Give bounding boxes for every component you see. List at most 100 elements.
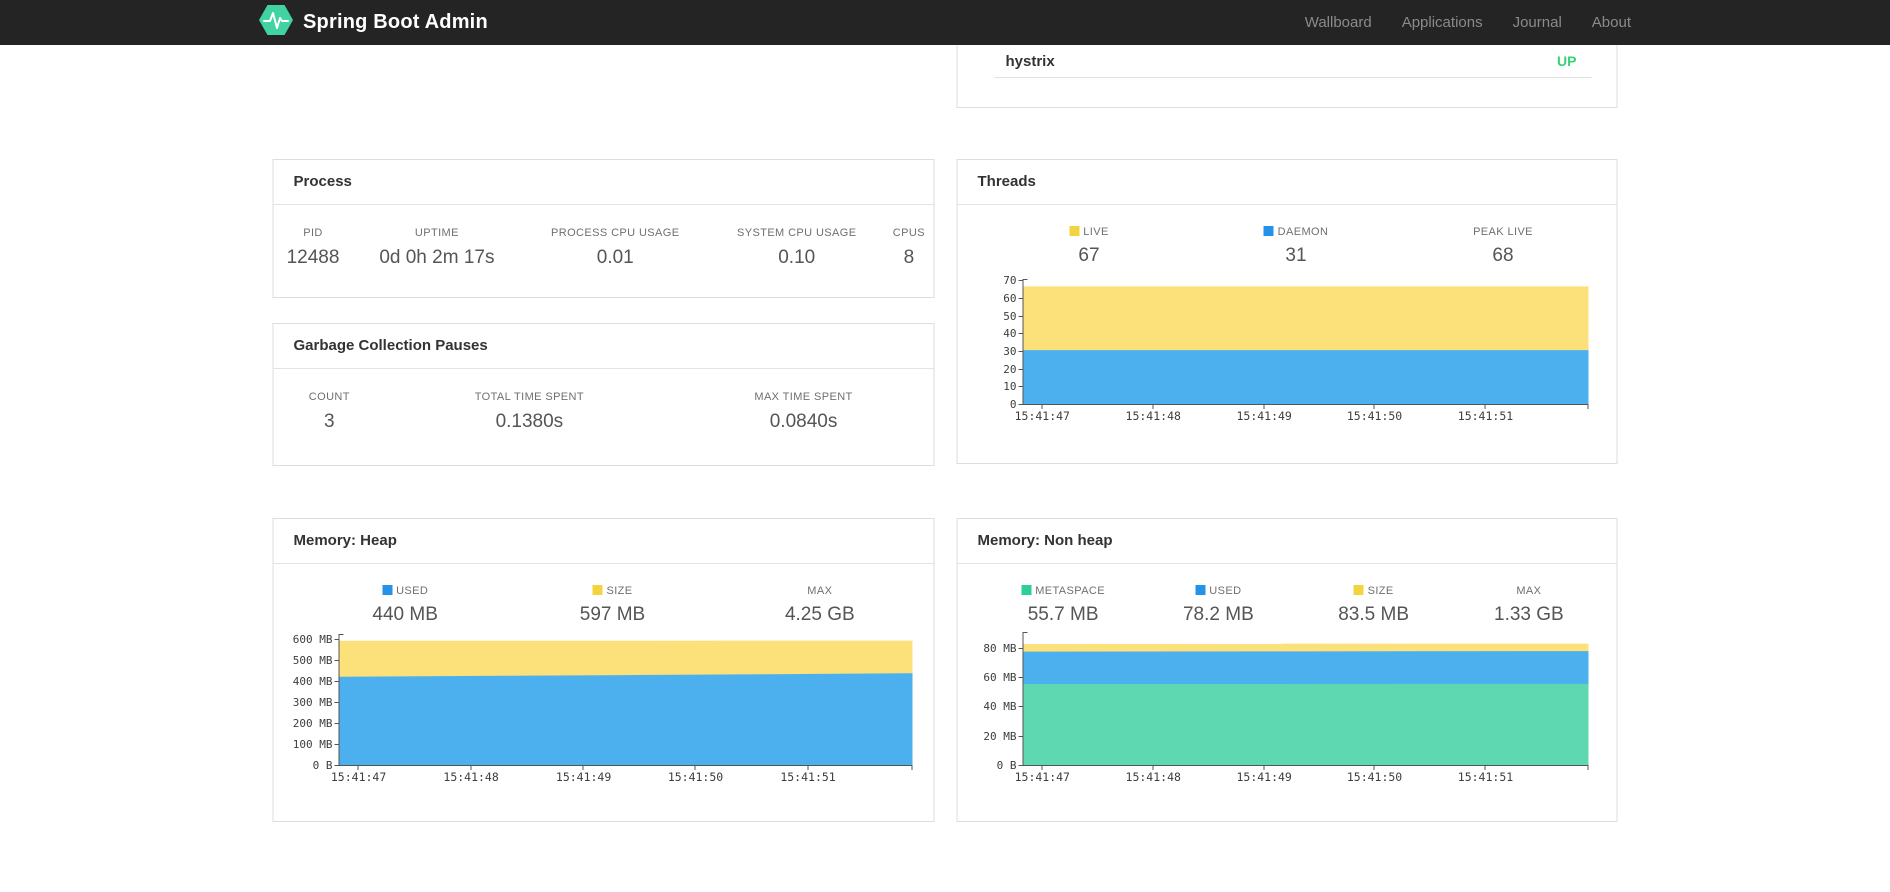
legend-label-nonheap-max: MAX — [1516, 585, 1542, 597]
nonheap-size-series-swatch — [1353, 585, 1364, 595]
process-stats-table: PID UPTIME PROCESS CPU USAGE SYSTEM CPU … — [274, 205, 934, 270]
nonheap-card-title: Memory: Non heap — [957, 519, 1617, 564]
x-tick-label: 15:41:48 — [1125, 770, 1181, 784]
stat-value-system-cpu: 0.10 — [778, 247, 816, 268]
legend-value-daemon: 31 — [1285, 245, 1307, 266]
nonheap-legend-size: SIZE 83.5 MB — [1296, 585, 1451, 626]
gc-card-title: Garbage Collection Pauses — [273, 324, 934, 369]
threads-legend-peak-live: PEAK LIVE 68 — [1400, 226, 1607, 267]
y-tick-label: 40 MB — [983, 700, 1017, 714]
legend-value-heap-max: 4.25 GB — [784, 604, 855, 625]
y-tick-label: 60 — [1003, 291, 1017, 305]
nav-item-applications[interactable]: Applications — [1402, 14, 1483, 31]
legend-value-nonheap-size: 83.5 MB — [1338, 604, 1409, 625]
stat-value-process-cpu: 0.01 — [596, 247, 634, 268]
legend-label-peak-live: PEAK LIVE — [1473, 226, 1533, 238]
x-tick-label: 15:41:49 — [555, 770, 612, 784]
y-tick-label: 300 MB — [292, 696, 333, 709]
legend-value-live: 67 — [1078, 245, 1100, 266]
heap-legend-size: SIZE 597 MB — [509, 585, 716, 626]
nav-item-about[interactable]: About — [1592, 14, 1631, 31]
x-tick-label: 15:41:50 — [1346, 770, 1403, 784]
navbar-inner: Spring Boot Admin Wallboard Applications… — [259, 0, 1631, 45]
nonheap-legend-max: MAX 1.33 GB — [1451, 585, 1606, 626]
y-tick-label: 70 — [1003, 274, 1017, 288]
x-tick-label: 15:41:51 — [780, 770, 836, 784]
x-tick-label: 15:41:50 — [1346, 409, 1403, 423]
x-tick-label: 15:41:47 — [1014, 409, 1070, 423]
process-card-title: Process — [273, 160, 934, 205]
legend-value-heap-used: 440 MB — [372, 604, 438, 625]
chart-plot-area — [1018, 279, 1589, 409]
x-tick-label: 15:41:48 — [1125, 409, 1181, 423]
legend-value-nonheap-max: 1.33 GB — [1494, 604, 1564, 625]
nav-item-journal[interactable]: Journal — [1513, 14, 1562, 31]
legend-label-daemon: DAEMON — [1277, 226, 1329, 238]
stat-label-process-cpu: PROCESS CPU USAGE — [551, 227, 680, 239]
threads-legend-daemon: DAEMON 31 — [1193, 226, 1400, 267]
threads-legend-live: LIVE 67 — [986, 226, 1193, 267]
legend-label-live: LIVE — [1083, 226, 1109, 238]
stat-value-gc-total: 0.1380s — [495, 411, 564, 432]
x-tick-label: 15:41:51 — [1457, 770, 1514, 784]
nav-links: Wallboard Applications Journal About — [1275, 14, 1631, 31]
chart-y-axis: 0 10 20 30 40 50 60 70 — [978, 274, 1023, 411]
y-tick-label: 20 MB — [983, 729, 1017, 743]
stat-label-uptime: UPTIME — [414, 227, 459, 239]
brand[interactable]: Spring Boot Admin — [259, 5, 488, 40]
chart-y-axis: 0 B 20 MB 40 MB 60 MB 80 MB — [978, 632, 1023, 772]
stat-label-cpus: CPUS — [892, 227, 925, 239]
metaspace-series-swatch — [1021, 585, 1032, 595]
heap-legend-row: USED 440 MB SIZE 597 MB MAX 4.25 GB — [274, 564, 934, 626]
stat-label-pid: PID — [303, 227, 323, 239]
y-tick-label: 100 MB — [292, 738, 333, 751]
nav-item-wallboard[interactable]: Wallboard — [1305, 14, 1372, 31]
nonheap-used-series-swatch — [1195, 585, 1206, 595]
y-tick-label: 10 — [1003, 380, 1017, 394]
heap-used-series-swatch — [382, 585, 393, 595]
daemon-series-swatch — [1263, 226, 1274, 236]
threads-card-title: Threads — [957, 160, 1617, 205]
nonheap-legend-metaspace: METASPACE 55.7 MB — [986, 585, 1141, 626]
y-tick-label: 500 MB — [292, 654, 333, 667]
legend-label-heap-used: USED — [396, 585, 429, 597]
stat-label-gc-max: MAX TIME SPENT — [754, 391, 853, 403]
x-tick-label: 15:41:49 — [1236, 770, 1292, 784]
nonheap-legend-row: METASPACE 55.7 MB USED 78.2 MB SIZE 83.5… — [958, 564, 1617, 626]
nonheap-card: Memory: Non heap METASPACE 55.7 MB USED … — [956, 518, 1618, 822]
chart-plot-area — [334, 634, 913, 770]
x-tick-label: 15:41:49 — [1236, 409, 1292, 423]
heap-size-series-swatch — [592, 585, 603, 595]
y-tick-label: 200 MB — [292, 717, 333, 730]
health-row-hystrix[interactable]: hystrix UP — [958, 45, 1617, 73]
legend-label-heap-max: MAX — [807, 585, 833, 597]
live-series-swatch — [1069, 226, 1080, 236]
health-row-divider — [994, 77, 1592, 78]
x-tick-label: 15:41:47 — [330, 770, 387, 784]
y-tick-label: 600 MB — [292, 633, 333, 647]
health-card: hystrix UP — [956, 45, 1618, 108]
threads-legend-row: LIVE 67 DAEMON 31 PEAK LIVE 68 — [958, 205, 1617, 267]
x-tick-label: 15:41:48 — [443, 770, 499, 784]
stat-label-gc-total: TOTAL TIME SPENT — [474, 391, 585, 403]
y-tick-label: 30 — [1003, 344, 1017, 358]
gc-stats-table: COUNT TOTAL TIME SPENT MAX TIME SPENT 3 … — [274, 369, 934, 434]
x-tick-label: 15:41:47 — [1014, 770, 1070, 784]
stat-value-cpus: 8 — [903, 247, 915, 268]
legend-label-nonheap-used: USED — [1209, 585, 1242, 597]
process-card: Process PID UPTIME PROCESS CPU USAGE SYS… — [272, 159, 935, 298]
y-tick-label: 40 — [1003, 327, 1017, 341]
x-tick-label: 15:41:51 — [1457, 409, 1514, 423]
legend-value-heap-size: 597 MB — [579, 604, 646, 625]
legend-label-nonheap-size: SIZE — [1367, 585, 1394, 597]
legend-label-heap-size: SIZE — [606, 585, 633, 597]
stat-label-gc-count: COUNT — [308, 391, 350, 403]
chart-plot-area — [1018, 632, 1589, 770]
heap-card: Memory: Heap USED 440 MB SIZE 597 MB MAX… — [272, 518, 935, 822]
stat-value-pid: 12488 — [286, 247, 340, 268]
y-tick-label: 80 MB — [983, 641, 1017, 655]
y-tick-label: 60 MB — [983, 671, 1017, 685]
brand-hexagon-pulse-icon — [259, 5, 293, 40]
legend-value-metaspace: 55.7 MB — [1027, 604, 1099, 625]
health-indicator-name: hystrix — [1005, 52, 1055, 70]
